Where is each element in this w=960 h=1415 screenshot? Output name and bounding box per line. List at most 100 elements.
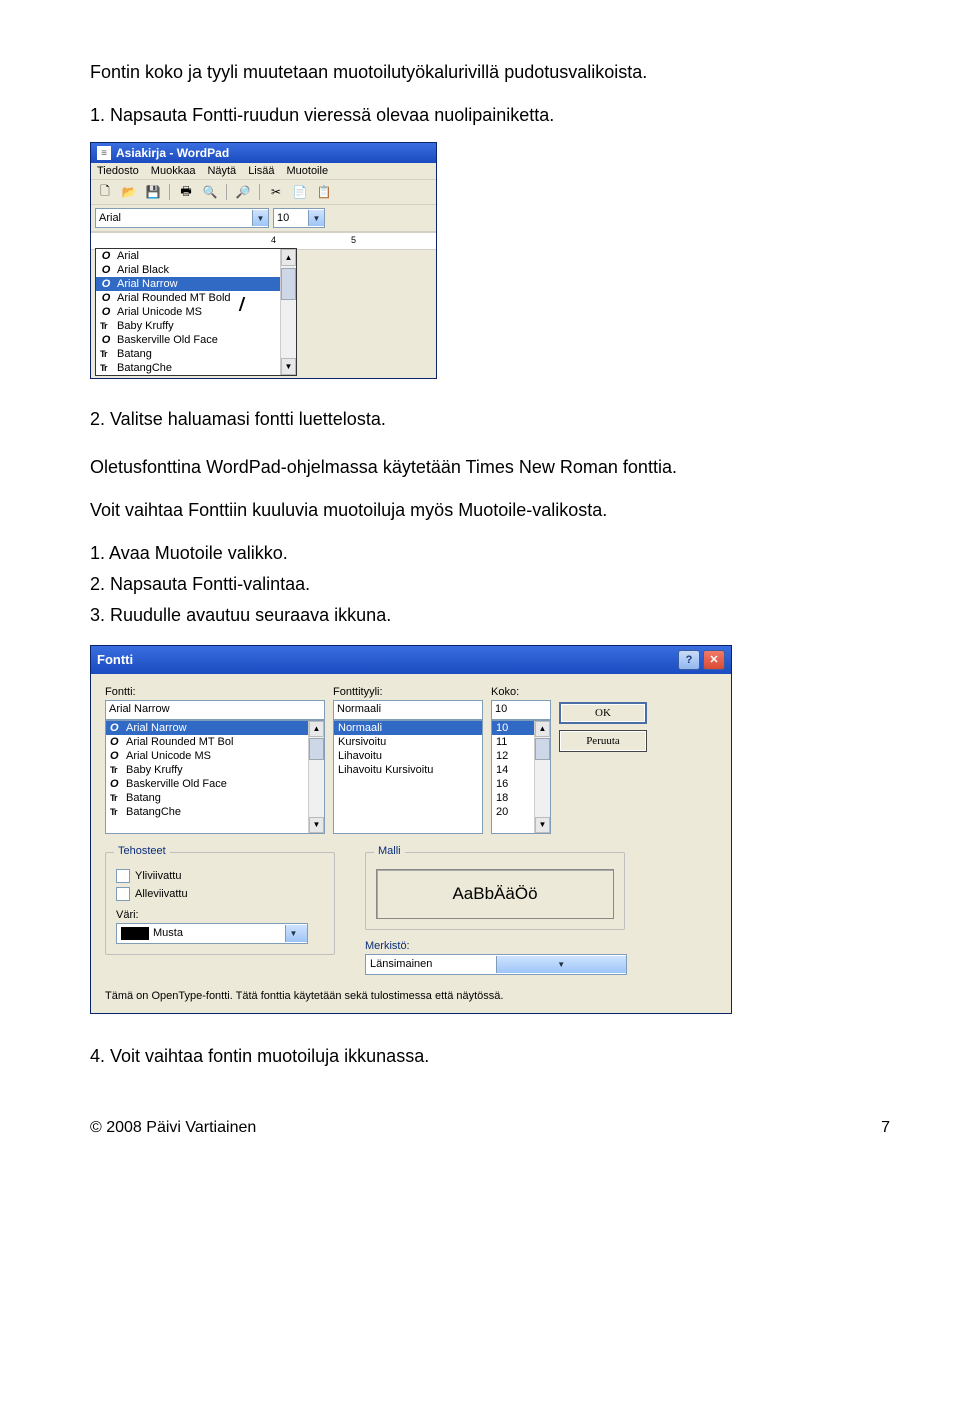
- truetype-icon: Tr: [110, 765, 122, 775]
- scroll-down-icon[interactable]: ▼: [281, 358, 296, 375]
- separator: [169, 184, 170, 200]
- size-field[interactable]: 10: [491, 700, 551, 720]
- font-label: Fontti:: [105, 686, 325, 698]
- wordpad-menubar[interactable]: Tiedosto Muokkaa Näytä Lisää Muotoile: [91, 163, 436, 180]
- cut-icon[interactable]: ✂: [266, 183, 286, 201]
- ok-button[interactable]: OK: [559, 702, 647, 724]
- list-item[interactable]: Normaali: [334, 721, 482, 735]
- list-item[interactable]: TrBatangChe: [106, 805, 324, 819]
- size-combo[interactable]: ▼: [273, 208, 325, 228]
- strike-label: Yliviivattu: [135, 870, 181, 882]
- font-name: Baskerville Old Face: [126, 778, 227, 790]
- separator: [226, 184, 227, 200]
- scroll-up-icon[interactable]: ▲: [309, 721, 324, 737]
- color-combo[interactable]: Musta ▼: [116, 923, 308, 944]
- checkbox-icon[interactable]: [116, 869, 130, 883]
- scroll-track[interactable]: [309, 760, 324, 817]
- list-item[interactable]: TrBaby Kruffy: [106, 763, 324, 777]
- list-item[interactable]: OArial Rounded MT Bol: [106, 735, 324, 749]
- opentype-icon: O: [100, 292, 112, 304]
- scrollbar[interactable]: ▲▼: [534, 721, 550, 833]
- charset-label: Merkistö:: [365, 940, 625, 952]
- menu-insert[interactable]: Lisää: [248, 165, 274, 177]
- menu-format[interactable]: Muotoile: [286, 165, 328, 177]
- font-option[interactable]: TrBaby Kruffy: [96, 319, 296, 333]
- intro-text: Fontin koko ja tyyli muutetaan muotoilut…: [90, 60, 890, 85]
- style-listbox[interactable]: Normaali Kursivoitu Lihavoitu Lihavoitu …: [333, 720, 483, 834]
- wordpad-app-icon: ≡: [97, 146, 111, 160]
- dialog-note: Tämä on OpenType-fontti. Tätä fonttia kä…: [105, 989, 717, 1003]
- list-item[interactable]: OArial Narrow: [106, 721, 324, 735]
- font-name: Arial Unicode MS: [126, 750, 211, 762]
- cancel-button[interactable]: Peruuta: [559, 730, 647, 752]
- new-icon[interactable]: 🗋: [95, 183, 115, 201]
- font-option[interactable]: OArial: [96, 249, 296, 263]
- size-value: 14: [496, 764, 508, 776]
- opentype-icon: O: [110, 722, 122, 734]
- style-name: Lihavoitu Kursivoitu: [338, 764, 433, 776]
- font-name: Arial: [117, 250, 139, 262]
- font-option[interactable]: OArial Rounded MT Bold: [96, 291, 296, 305]
- font-combo[interactable]: ▼: [95, 208, 269, 228]
- save-icon[interactable]: 💾: [143, 183, 163, 201]
- menu-edit[interactable]: Muokkaa: [151, 165, 196, 177]
- font-option[interactable]: OArial Black: [96, 263, 296, 277]
- font-dropdown-list[interactable]: OArial OArial Black OArial Narrow OArial…: [95, 248, 297, 376]
- effects-group: Tehosteet Yliviivattu Alleviivattu Väri:…: [105, 852, 335, 955]
- find-icon[interactable]: 🔎: [233, 183, 253, 201]
- chevron-down-icon[interactable]: ▼: [252, 210, 268, 226]
- scroll-thumb[interactable]: [309, 738, 324, 760]
- font-option[interactable]: TrBatang: [96, 347, 296, 361]
- list-item[interactable]: Kursivoitu: [334, 735, 482, 749]
- chevron-down-icon[interactable]: ▼: [285, 925, 307, 942]
- font-option[interactable]: OBaskerville Old Face: [96, 333, 296, 347]
- size-listbox[interactable]: 10 11 12 14 16 18 20 ▲▼: [491, 720, 551, 834]
- dialog-title: Fontti: [97, 652, 133, 667]
- font-field[interactable]: Arial Narrow: [105, 700, 325, 720]
- chevron-down-icon[interactable]: ▼: [496, 956, 627, 973]
- scroll-thumb[interactable]: [281, 268, 296, 300]
- menu-view[interactable]: Näytä: [207, 165, 236, 177]
- scroll-thumb[interactable]: [535, 738, 550, 760]
- scroll-track[interactable]: [281, 300, 296, 358]
- scroll-up-icon[interactable]: ▲: [281, 249, 296, 266]
- close-button[interactable]: ✕: [703, 650, 725, 670]
- scroll-down-icon[interactable]: ▼: [535, 817, 550, 833]
- scroll-up-icon[interactable]: ▲: [535, 721, 550, 737]
- font-listbox[interactable]: OArial Narrow OArial Rounded MT Bol OAri…: [105, 720, 325, 834]
- chevron-down-icon[interactable]: ▼: [308, 210, 324, 226]
- scrollbar[interactable]: ▲▼: [308, 721, 324, 833]
- list-item[interactable]: TrBatang: [106, 791, 324, 805]
- size-value: 18: [496, 792, 508, 804]
- copy-icon[interactable]: 📄: [290, 183, 310, 201]
- charset-combo[interactable]: Länsimainen ▼: [365, 954, 627, 975]
- help-button[interactable]: ?: [678, 650, 700, 670]
- checkbox-icon[interactable]: [116, 887, 130, 901]
- font-option[interactable]: OArial Unicode MS: [96, 305, 296, 319]
- print-icon[interactable]: 🖶: [176, 183, 196, 201]
- style-name: Lihavoitu: [338, 750, 382, 762]
- wordpad-title: Asiakirja - WordPad: [116, 146, 229, 160]
- style-field[interactable]: Normaali: [333, 700, 483, 720]
- list-item[interactable]: OBaskerville Old Face: [106, 777, 324, 791]
- list-item[interactable]: Lihavoitu: [334, 749, 482, 763]
- scrollbar[interactable]: ▲ ▼: [280, 249, 296, 375]
- underline-checkbox[interactable]: Alleviivattu: [116, 887, 324, 901]
- truetype-icon: Tr: [110, 807, 122, 817]
- list-item[interactable]: OArial Unicode MS: [106, 749, 324, 763]
- font-input[interactable]: [96, 210, 252, 227]
- list-item[interactable]: Lihavoitu Kursivoitu: [334, 763, 482, 777]
- open-icon[interactable]: 📂: [119, 183, 139, 201]
- strike-checkbox[interactable]: Yliviivattu: [116, 869, 324, 883]
- scroll-down-icon[interactable]: ▼: [309, 817, 324, 833]
- size-input[interactable]: [274, 210, 308, 227]
- scroll-track[interactable]: [535, 760, 550, 817]
- preview-icon[interactable]: 🔍: [200, 183, 220, 201]
- font-option-selected[interactable]: OArial Narrow: [96, 277, 296, 291]
- font-option[interactable]: TrBatangChe: [96, 361, 296, 375]
- opentype-icon: O: [110, 736, 122, 748]
- truetype-icon: Tr: [100, 349, 112, 359]
- paste-icon[interactable]: 📋: [314, 183, 334, 201]
- menu-file[interactable]: Tiedosto: [97, 165, 139, 177]
- alt-step-3: 3. Ruudulle avautuu seuraava ikkuna.: [90, 603, 890, 628]
